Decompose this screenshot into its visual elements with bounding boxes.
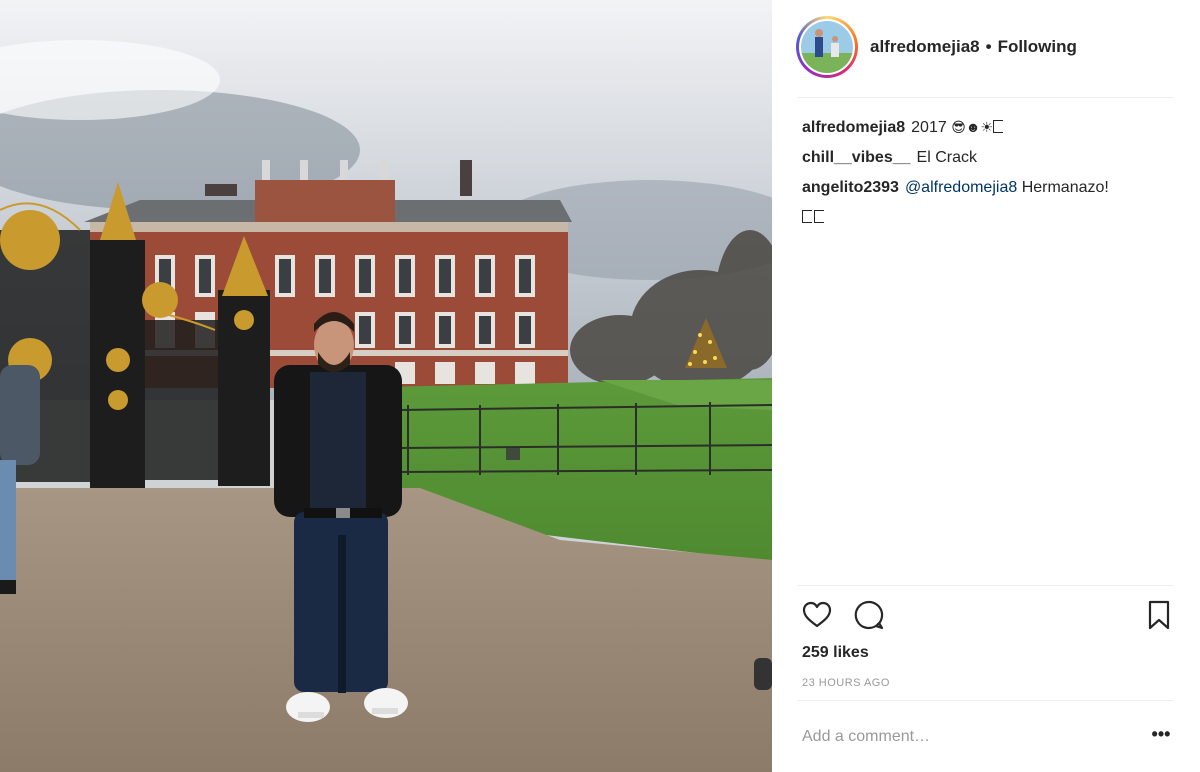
avatar[interactable] bbox=[799, 19, 855, 75]
unsupported-emoji-icon bbox=[814, 210, 824, 223]
username-link[interactable]: alfredomejia8 bbox=[870, 37, 980, 56]
comment-item: angelito2393 @alfredomejia8 Hermanazo! bbox=[802, 173, 1162, 233]
header-line: alfredomejia8 • Following bbox=[870, 37, 1077, 57]
heart-icon-glyph bbox=[802, 601, 832, 628]
add-comment-input[interactable] bbox=[802, 726, 1122, 748]
more-options-icon[interactable]: ••• bbox=[1148, 724, 1174, 750]
unsupported-emoji-icon bbox=[802, 210, 812, 223]
comment-icon[interactable] bbox=[852, 598, 886, 632]
following-button[interactable]: Following bbox=[998, 37, 1077, 56]
comment-text: Hermanazo! bbox=[1021, 179, 1109, 196]
separator-dot: • bbox=[985, 37, 992, 56]
comment-username[interactable]: angelito2393 bbox=[802, 179, 899, 196]
bookmark-icon-glyph bbox=[1148, 600, 1170, 630]
photo-scene bbox=[0, 0, 772, 772]
comment-icon-glyph bbox=[854, 600, 884, 630]
avatar-image bbox=[801, 21, 853, 73]
comment-item: chill__vibes__ El Crack bbox=[802, 143, 1162, 173]
comment-username[interactable]: alfredomejia8 bbox=[802, 119, 905, 136]
post-header: alfredomejia8 • Following bbox=[772, 0, 1200, 98]
post-timestamp[interactable]: 23 HOURS AGO bbox=[802, 677, 890, 689]
divider bbox=[798, 700, 1174, 701]
comment-mention-link[interactable]: @alfredomejia8 bbox=[905, 179, 1017, 196]
avatar-story-ring[interactable] bbox=[796, 16, 858, 78]
post-photo[interactable] bbox=[0, 0, 772, 772]
comment-item: alfredomejia8 2017 😎☻☀ bbox=[802, 112, 1162, 143]
emoji-text: 😎☻☀ bbox=[951, 119, 994, 135]
divider bbox=[798, 97, 1174, 98]
divider bbox=[798, 585, 1174, 586]
comment-text: 2017 bbox=[911, 119, 947, 136]
bookmark-icon[interactable] bbox=[1142, 598, 1176, 632]
likes-count[interactable]: 259 likes bbox=[802, 644, 869, 662]
comment-text: El Crack bbox=[916, 149, 977, 166]
heart-icon[interactable] bbox=[800, 598, 834, 632]
comment-username[interactable]: chill__vibes__ bbox=[802, 149, 911, 166]
unsupported-emoji-icon bbox=[993, 120, 1004, 133]
post-side-panel: alfredomejia8 • Following alfredomejia8 201… bbox=[772, 0, 1200, 772]
comment-list: alfredomejia8 2017 😎☻☀ chill__vibes__ El C… bbox=[802, 112, 1162, 233]
